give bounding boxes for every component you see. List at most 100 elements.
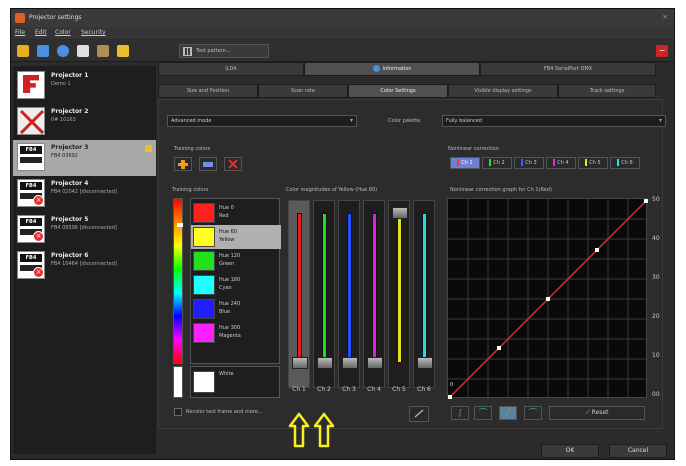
y-tick-label: 00 bbox=[652, 391, 660, 398]
channel-label: Ch 2 bbox=[317, 386, 331, 393]
cancel-button[interactable]: Cancel bbox=[609, 444, 667, 458]
swatch-color bbox=[193, 251, 215, 271]
swatch-name: Blue bbox=[219, 309, 231, 315]
channel-slider-3[interactable] bbox=[338, 200, 360, 388]
nonlinear-label: Nonlinear correction bbox=[448, 146, 499, 152]
projector-item-3[interactable]: FB4 Projector 3 FB4 03692 bbox=[13, 140, 156, 176]
slider-track bbox=[397, 213, 402, 363]
training-colors-label: Training colors bbox=[174, 146, 211, 152]
close-window-icon[interactable]: × bbox=[662, 13, 668, 21]
mode-select[interactable]: Advanced mode ▾ bbox=[167, 115, 357, 127]
channel-slider-5[interactable] bbox=[388, 200, 410, 388]
slider-track bbox=[372, 213, 377, 363]
slider-thumb[interactable] bbox=[392, 207, 408, 219]
projector-name: Projector 4 bbox=[51, 180, 89, 187]
copy-icon[interactable] bbox=[77, 45, 89, 57]
tab-size-position[interactable]: Size and Position bbox=[158, 84, 258, 98]
expand-button[interactable] bbox=[409, 406, 429, 422]
paste-icon[interactable] bbox=[97, 45, 109, 57]
nl-channel-button-1[interactable]: Ch 1 bbox=[450, 157, 480, 169]
color-swatch-list: Hue 0 Red Hue 60 Yellow Hue 120 Green Hu… bbox=[190, 198, 281, 364]
mode-value: Advanced mode bbox=[171, 118, 212, 124]
reset-label: Reset bbox=[591, 409, 609, 416]
channel-label: Ch 6 bbox=[417, 386, 431, 393]
swatch-item[interactable]: Hue 120 Green bbox=[191, 249, 281, 273]
stop-icon[interactable]: − bbox=[656, 45, 668, 57]
fb4-label: FB4 bbox=[20, 254, 42, 262]
swatch-item[interactable]: Hue 180 Cyan bbox=[191, 273, 281, 297]
nl-channel-button-5[interactable]: Ch 5 bbox=[578, 157, 608, 169]
tab-ilda[interactable]: ILDA bbox=[158, 62, 304, 76]
fb4-device-icon: FB4 bbox=[17, 143, 45, 171]
delete-color-button[interactable] bbox=[224, 157, 242, 171]
curve-exp-button[interactable]: ⌒ bbox=[524, 406, 542, 420]
projector-name: Projector 6 bbox=[51, 252, 89, 259]
slider-thumb[interactable] bbox=[367, 357, 383, 369]
projector-item-1[interactable]: Projector 1 Demo 1 bbox=[13, 68, 156, 104]
ok-button[interactable]: OK bbox=[541, 444, 599, 458]
reset-button[interactable]: ⟋ Reset bbox=[549, 406, 645, 420]
y-tick-label: 50 bbox=[652, 196, 660, 203]
lock-icon[interactable] bbox=[117, 45, 129, 57]
tab-color-settings[interactable]: Color Settings bbox=[348, 84, 448, 98]
curve-point-2 bbox=[497, 346, 501, 350]
channel-slider-6[interactable] bbox=[413, 200, 435, 388]
curve-log-button[interactable]: ⌒ bbox=[474, 406, 492, 420]
channel-slider-2[interactable] bbox=[313, 200, 335, 388]
toolbar: Test pattern... − bbox=[11, 40, 674, 62]
nl-channel-button-6[interactable]: Ch 6 bbox=[610, 157, 640, 169]
swatch-name: Cyan bbox=[219, 285, 232, 291]
add-color-button[interactable] bbox=[174, 157, 192, 171]
disconnected-icon: × bbox=[33, 267, 44, 278]
palette-select[interactable]: Fully balanced ▾ bbox=[442, 115, 666, 127]
recolor-checkbox[interactable] bbox=[174, 408, 182, 416]
channel-slider-1[interactable] bbox=[288, 200, 310, 388]
projector-item-5[interactable]: FB4 × Projector 5 FB4 08506 [disconnecte… bbox=[13, 212, 156, 248]
save-icon[interactable] bbox=[37, 45, 49, 57]
fb4-device-icon: FB4 × bbox=[17, 179, 45, 207]
slider-thumb[interactable] bbox=[317, 357, 333, 369]
nl-channel-button-3[interactable]: Ch 3 bbox=[514, 157, 544, 169]
swatch-item[interactable]: Hue 240 Blue bbox=[191, 297, 281, 321]
menu-file[interactable]: File bbox=[15, 29, 25, 36]
nl-channel-button-4[interactable]: Ch 4 bbox=[546, 157, 576, 169]
swatch-item[interactable]: Hue 0 Red bbox=[191, 201, 281, 225]
test-pattern-button[interactable]: Test pattern... bbox=[179, 44, 269, 58]
menu-edit[interactable]: Edit bbox=[35, 29, 47, 36]
slider-thumb[interactable] bbox=[417, 357, 433, 369]
tab-visible-display[interactable]: Visible display settings bbox=[448, 84, 558, 98]
swatch-name: Green bbox=[219, 261, 235, 267]
nl-channel-label: Ch 5 bbox=[589, 160, 601, 166]
nl-channel-button-2[interactable]: Ch 2 bbox=[482, 157, 512, 169]
slider-thumb[interactable] bbox=[292, 357, 308, 369]
white-swatch[interactable]: White bbox=[190, 366, 280, 398]
refresh-icon[interactable] bbox=[57, 45, 69, 57]
yellow-arrow-2 bbox=[313, 412, 335, 448]
edit-color-button[interactable] bbox=[199, 157, 217, 171]
projector-item-4[interactable]: FB4 × Projector 4 FB4 02042 [disconnecte… bbox=[13, 176, 156, 212]
menu-security[interactable]: Security bbox=[81, 29, 106, 36]
channel-color-icon bbox=[521, 159, 524, 166]
expand-icon bbox=[414, 409, 424, 418]
swatch-item[interactable]: Hue 300 Magenta bbox=[191, 321, 281, 345]
open-folder-icon[interactable] bbox=[17, 45, 29, 57]
tab-information-label: Information bbox=[382, 66, 412, 72]
tab-fb4-serialport-dmx[interactable]: FB4 SerialPort DMX bbox=[480, 62, 656, 76]
curve-s-button[interactable]: ∫ bbox=[451, 406, 469, 420]
tab-track-settings[interactable]: Track settings bbox=[558, 84, 656, 98]
menu-color[interactable]: Color bbox=[55, 29, 71, 36]
projector-item-2[interactable]: Projector 2 0# 10163 bbox=[13, 104, 156, 140]
curve-linear-button[interactable]: ╱ bbox=[499, 406, 517, 420]
white-label: White bbox=[219, 371, 234, 377]
channel-slider-4[interactable] bbox=[363, 200, 385, 388]
tab-row-2: Size and Position Scan rate Color Settin… bbox=[158, 84, 656, 98]
slider-thumb[interactable] bbox=[342, 357, 358, 369]
swatch-item[interactable]: Hue 60 Yellow bbox=[191, 225, 281, 249]
projector-item-6[interactable]: FB4 × Projector 6 FB4 10464 [disconnecte… bbox=[13, 248, 156, 284]
projector-name: Projector 1 bbox=[51, 72, 89, 79]
tab-scan-rate[interactable]: Scan rate bbox=[258, 84, 348, 98]
correction-graph[interactable] bbox=[447, 198, 648, 399]
tab-information[interactable]: Information bbox=[304, 62, 480, 76]
tab-row-1: ILDA Information FB4 SerialPort DMX bbox=[158, 62, 656, 76]
chevron-down-icon: ▾ bbox=[658, 117, 662, 124]
